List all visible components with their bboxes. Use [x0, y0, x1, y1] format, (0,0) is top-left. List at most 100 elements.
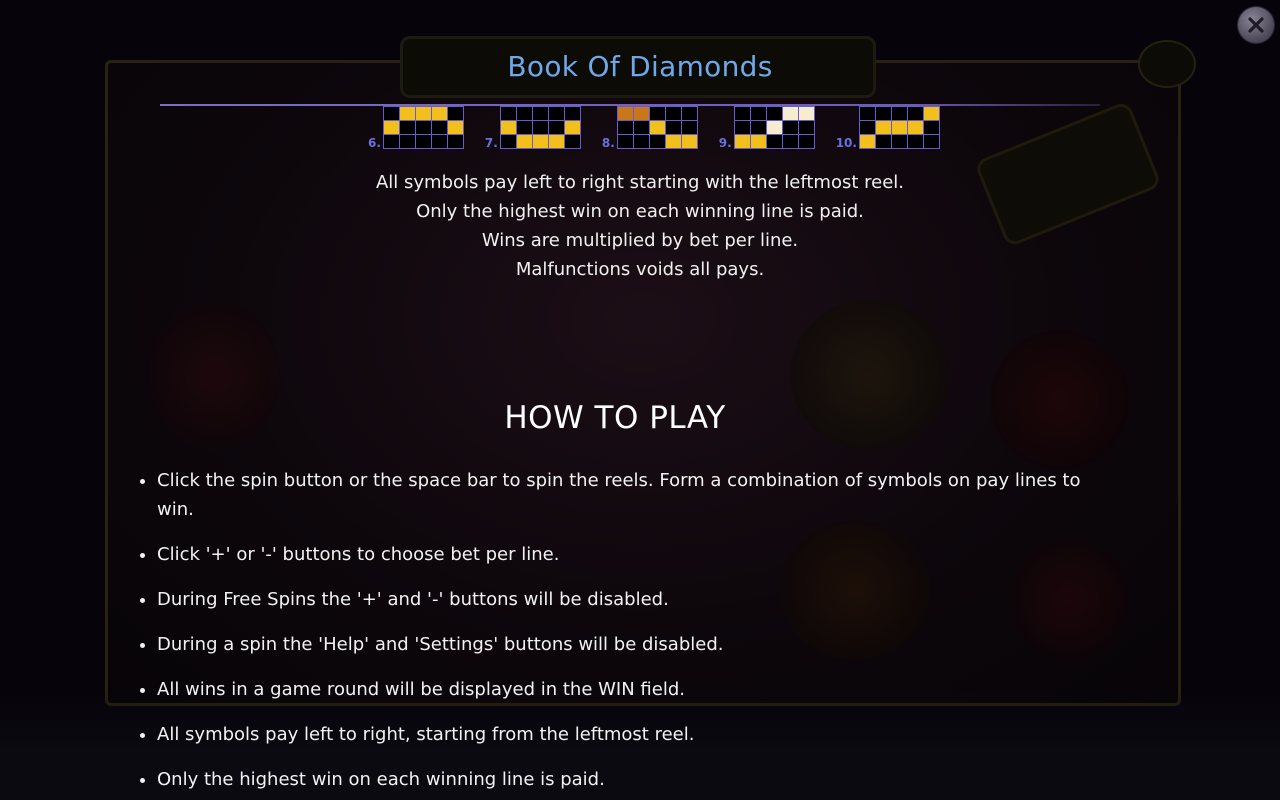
payline-cell [431, 135, 447, 148]
payline-cell [875, 121, 891, 134]
payline-cell [516, 107, 532, 120]
payline-cell [766, 135, 782, 148]
payline-cell [681, 135, 697, 148]
payline-cell [891, 135, 907, 148]
payline-cell [923, 135, 939, 148]
rule-line: Malfunctions voids all pays. [515, 259, 765, 280]
payline-cell [633, 121, 649, 134]
payline-cell [875, 107, 891, 120]
payline-cell [891, 121, 907, 134]
payline-9: 9. [719, 106, 815, 149]
payline-cell [750, 107, 766, 120]
payline-cell [782, 121, 798, 134]
payline-cell [891, 107, 907, 120]
how-to-play-title: HOW TO PLAY [504, 400, 726, 436]
how-to-play-list: Click the spin button or the space bar t… [137, 466, 1087, 800]
payline-cell [431, 107, 447, 120]
payline-cell [750, 135, 766, 148]
payline-cell [649, 107, 665, 120]
payline-cell [734, 135, 750, 148]
paylines-row: 6. 7. 8. 9. 10. [368, 106, 961, 149]
payline-cell [681, 107, 697, 120]
payline-grid [499, 106, 581, 149]
payline-cell [516, 121, 532, 134]
payline-number: 9. [718, 136, 732, 150]
payline-cell [907, 135, 923, 148]
payline-cell [798, 121, 814, 134]
payline-cell [399, 121, 415, 134]
payline-cell [734, 107, 750, 120]
help-screen: Book Of Diamonds 6. 7. 8. 9. 10. All symbols… [0, 0, 1280, 800]
payline-cell [447, 121, 463, 134]
payline-cell [447, 107, 463, 120]
payline-cell [532, 107, 548, 120]
payline-cell [766, 121, 782, 134]
payline-cell [447, 135, 463, 148]
payline-cell [532, 135, 548, 148]
payline-cell [617, 107, 633, 120]
list-item: During Free Spins the '+' and '-' button… [157, 585, 1087, 614]
payline-cell [859, 121, 875, 134]
payline-cell [548, 135, 564, 148]
payline-cell [399, 107, 415, 120]
payline-cell [617, 121, 633, 134]
payline-cell [548, 121, 564, 134]
payline-cell [750, 121, 766, 134]
payline-cell [516, 135, 532, 148]
payline-cell [415, 107, 431, 120]
rules-text: All symbols pay left to right starting w… [0, 168, 1280, 284]
payline-number: 10. [835, 136, 857, 150]
payline-grid [858, 106, 940, 149]
payline-cell [383, 107, 399, 120]
payline-grid [382, 106, 464, 149]
close-button[interactable] [1238, 7, 1274, 43]
payline-cell [649, 135, 665, 148]
payline-cell [564, 107, 580, 120]
payline-cell [766, 107, 782, 120]
dialog-title: Book Of Diamonds [507, 50, 773, 83]
list-item: Click '+' or '-' buttons to choose bet p… [157, 540, 1087, 569]
payline-cell [649, 121, 665, 134]
payline-10: 10. [836, 106, 940, 149]
payline-cell [633, 135, 649, 148]
payline-7: 7. [485, 106, 581, 149]
list-item: During a spin the 'Help' and 'Settings' … [157, 630, 1087, 659]
payline-cell [859, 107, 875, 120]
close-icon [1248, 17, 1264, 33]
payline-cell [500, 135, 516, 148]
payline-cell [782, 107, 798, 120]
payline-8: 8. [602, 106, 698, 149]
payline-cell [907, 121, 923, 134]
payline-cell [923, 107, 939, 120]
payline-cell [500, 107, 516, 120]
payline-cell [665, 135, 681, 148]
payline-cell [564, 121, 580, 134]
rule-line: Wins are multiplied by bet per line. [481, 230, 799, 251]
payline-cell [665, 121, 681, 134]
payline-cell [798, 107, 814, 120]
payline-number: 6. [368, 136, 381, 150]
rule-line: Only the highest win on each winning lin… [416, 201, 864, 222]
payline-cell [782, 135, 798, 148]
payline-cell [734, 121, 750, 134]
payline-cell [665, 107, 681, 120]
payline-cell [859, 135, 875, 148]
payline-cell [633, 107, 649, 120]
payline-cell [923, 121, 939, 134]
payline-cell [383, 121, 399, 134]
payline-number: 8. [601, 136, 615, 150]
payline-cell [681, 121, 697, 134]
list-item: Click the spin button or the space bar t… [157, 466, 1087, 524]
list-item: Only the highest win on each winning lin… [157, 765, 1087, 794]
payline-cell [907, 107, 923, 120]
list-item: All wins in a game round will be display… [157, 675, 1087, 704]
rule-line: All symbols pay left to right starting w… [375, 172, 905, 193]
payline-cell [532, 121, 548, 134]
payline-cell [415, 121, 431, 134]
payline-cell [431, 121, 447, 134]
payline-cell [383, 135, 399, 148]
payline-cell [564, 135, 580, 148]
payline-cell [415, 135, 431, 148]
payline-cell [399, 135, 415, 148]
payline-grid [733, 106, 815, 149]
